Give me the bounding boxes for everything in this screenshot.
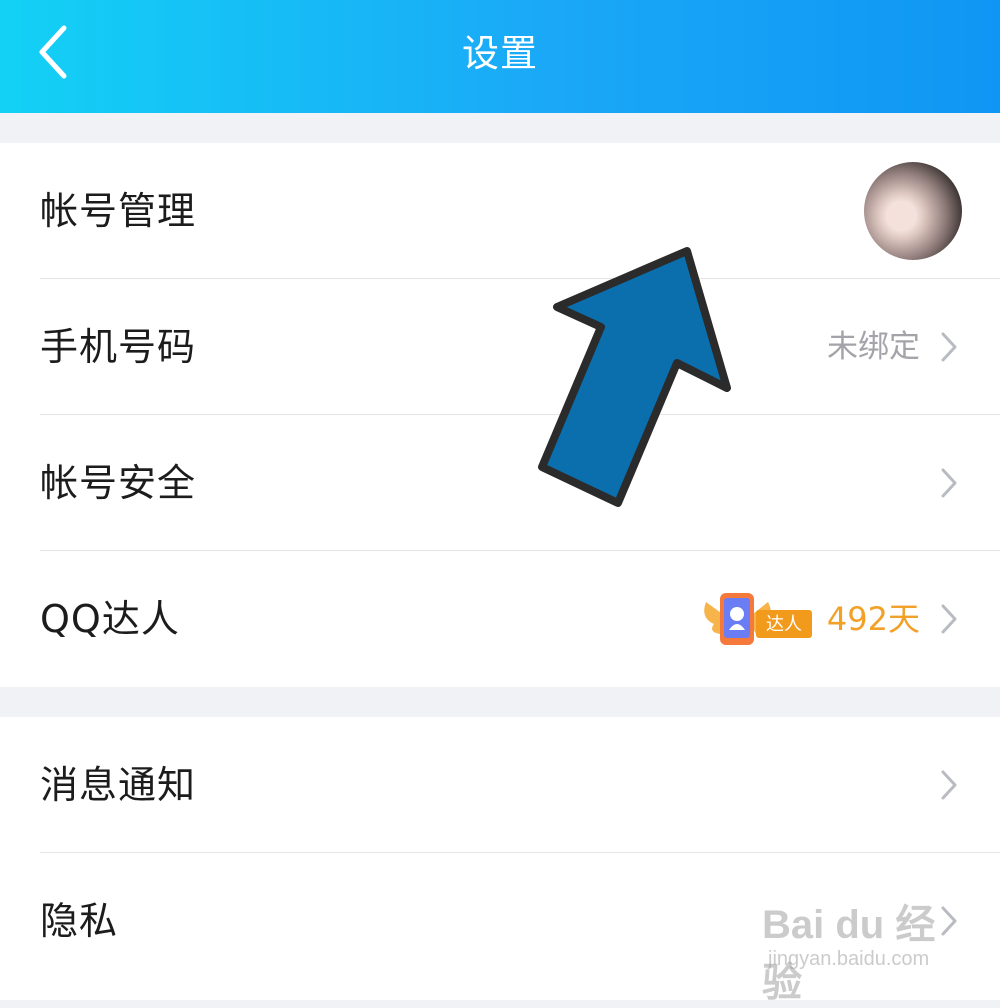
qq-expert-days: 492天 xyxy=(826,600,920,638)
phone-number-label: 手机号码 xyxy=(40,325,197,369)
notifications-row[interactable]: 消息通知 xyxy=(0,717,1000,853)
chevron-right-icon xyxy=(941,906,957,936)
chevron-right-icon xyxy=(941,332,957,362)
qq-expert-row[interactable]: QQ达人 达人 492天 xyxy=(0,551,1000,687)
account-security-label: 帐号安全 xyxy=(40,461,197,505)
chevron-right-icon xyxy=(941,468,957,498)
qq-expert-label: QQ达人 xyxy=(40,597,180,641)
top-bar: 设置 xyxy=(0,0,1000,113)
account-management-row[interactable]: 帐号管理 xyxy=(0,143,1000,279)
phone-number-row[interactable]: 手机号码 未绑定 xyxy=(0,279,1000,415)
privacy-label: 隐私 xyxy=(40,899,119,943)
phone-binding-status: 未绑定 xyxy=(827,329,920,365)
badge-text: 达人 xyxy=(766,614,802,635)
notifications-label: 消息通知 xyxy=(40,763,197,807)
account-management-label: 帐号管理 xyxy=(40,189,197,233)
avatar[interactable] xyxy=(864,162,962,260)
qq-expert-badge-icon: 达人 xyxy=(704,593,812,645)
account-security-row[interactable]: 帐号安全 xyxy=(0,415,1000,551)
chevron-right-icon xyxy=(941,604,957,634)
privacy-row[interactable]: 隐私 xyxy=(0,853,1000,989)
general-settings-group: 消息通知 隐私 xyxy=(0,717,1000,1000)
chevron-right-icon xyxy=(941,770,957,800)
page-title: 设置 xyxy=(462,32,538,75)
account-settings-group: 帐号管理 手机号码 未绑定 帐号安全 QQ达人 达人 492天 xyxy=(0,143,1000,687)
